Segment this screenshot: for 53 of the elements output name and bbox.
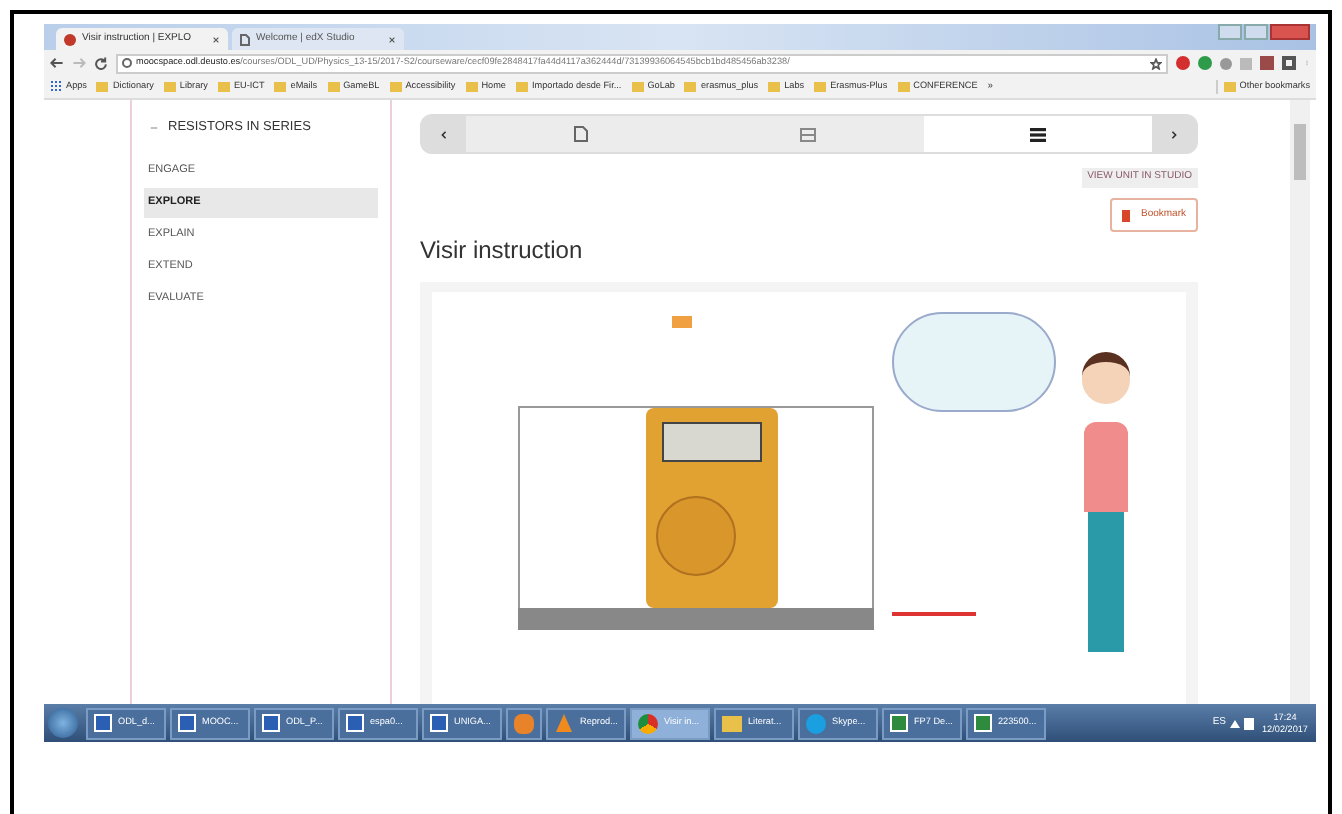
folder-icon [814,81,827,92]
page-icon [240,33,250,45]
folder-icon [96,81,109,92]
folder-icon [768,81,781,92]
folder-icon [631,81,644,92]
folder-icon [274,81,287,92]
folder-icon [465,81,478,92]
folder-icon [722,715,742,731]
document-icon [346,714,364,732]
start-button[interactable] [48,708,78,738]
folder-icon [327,81,340,92]
document-icon [430,714,448,732]
back-arrow-icon[interactable] [50,56,64,70]
maximize-button[interactable] [1244,24,1268,40]
list-icon [1029,127,1046,141]
folder-icon [516,81,528,92]
next-button[interactable] [1151,116,1196,152]
reload-icon[interactable] [94,56,108,70]
grid-icon [50,80,62,93]
cone-icon [554,713,574,733]
chat-icon [806,713,826,733]
document-icon [262,714,280,732]
folder-icon [389,81,402,92]
unit-heading: Visir instruction [420,238,585,262]
previous-button[interactable] [422,116,466,152]
star-icon[interactable] [1150,57,1162,69]
forward-arrow-icon[interactable] [72,56,86,70]
film-icon [800,127,817,141]
info-icon [122,58,132,68]
taskbar-item[interactable] [506,707,542,739]
caret-icon[interactable] [1230,719,1240,727]
unit-tab[interactable] [466,116,695,152]
chevron-right-icon [1169,129,1178,139]
folder-icon [684,81,697,92]
spreadsheet-icon [974,714,992,732]
bookmark-icon [1122,209,1131,221]
folder-icon [897,81,910,92]
close-button[interactable] [1270,24,1310,40]
minimize-button[interactable] [1218,24,1242,40]
chevron-left-icon [440,129,448,139]
spreadsheet-icon [890,714,908,732]
unit-tab[interactable] [923,116,1152,152]
close-icon[interactable] [388,35,396,43]
close-icon[interactable] [212,35,220,43]
folder-icon [217,81,230,92]
browser-icon [638,713,658,733]
site-icon [64,33,76,45]
unit-tab[interactable] [694,116,924,152]
folder-icon [1223,81,1236,92]
document-icon [178,714,196,732]
folder-icon [163,81,176,92]
page-icon [573,126,588,142]
document-icon [94,714,112,732]
